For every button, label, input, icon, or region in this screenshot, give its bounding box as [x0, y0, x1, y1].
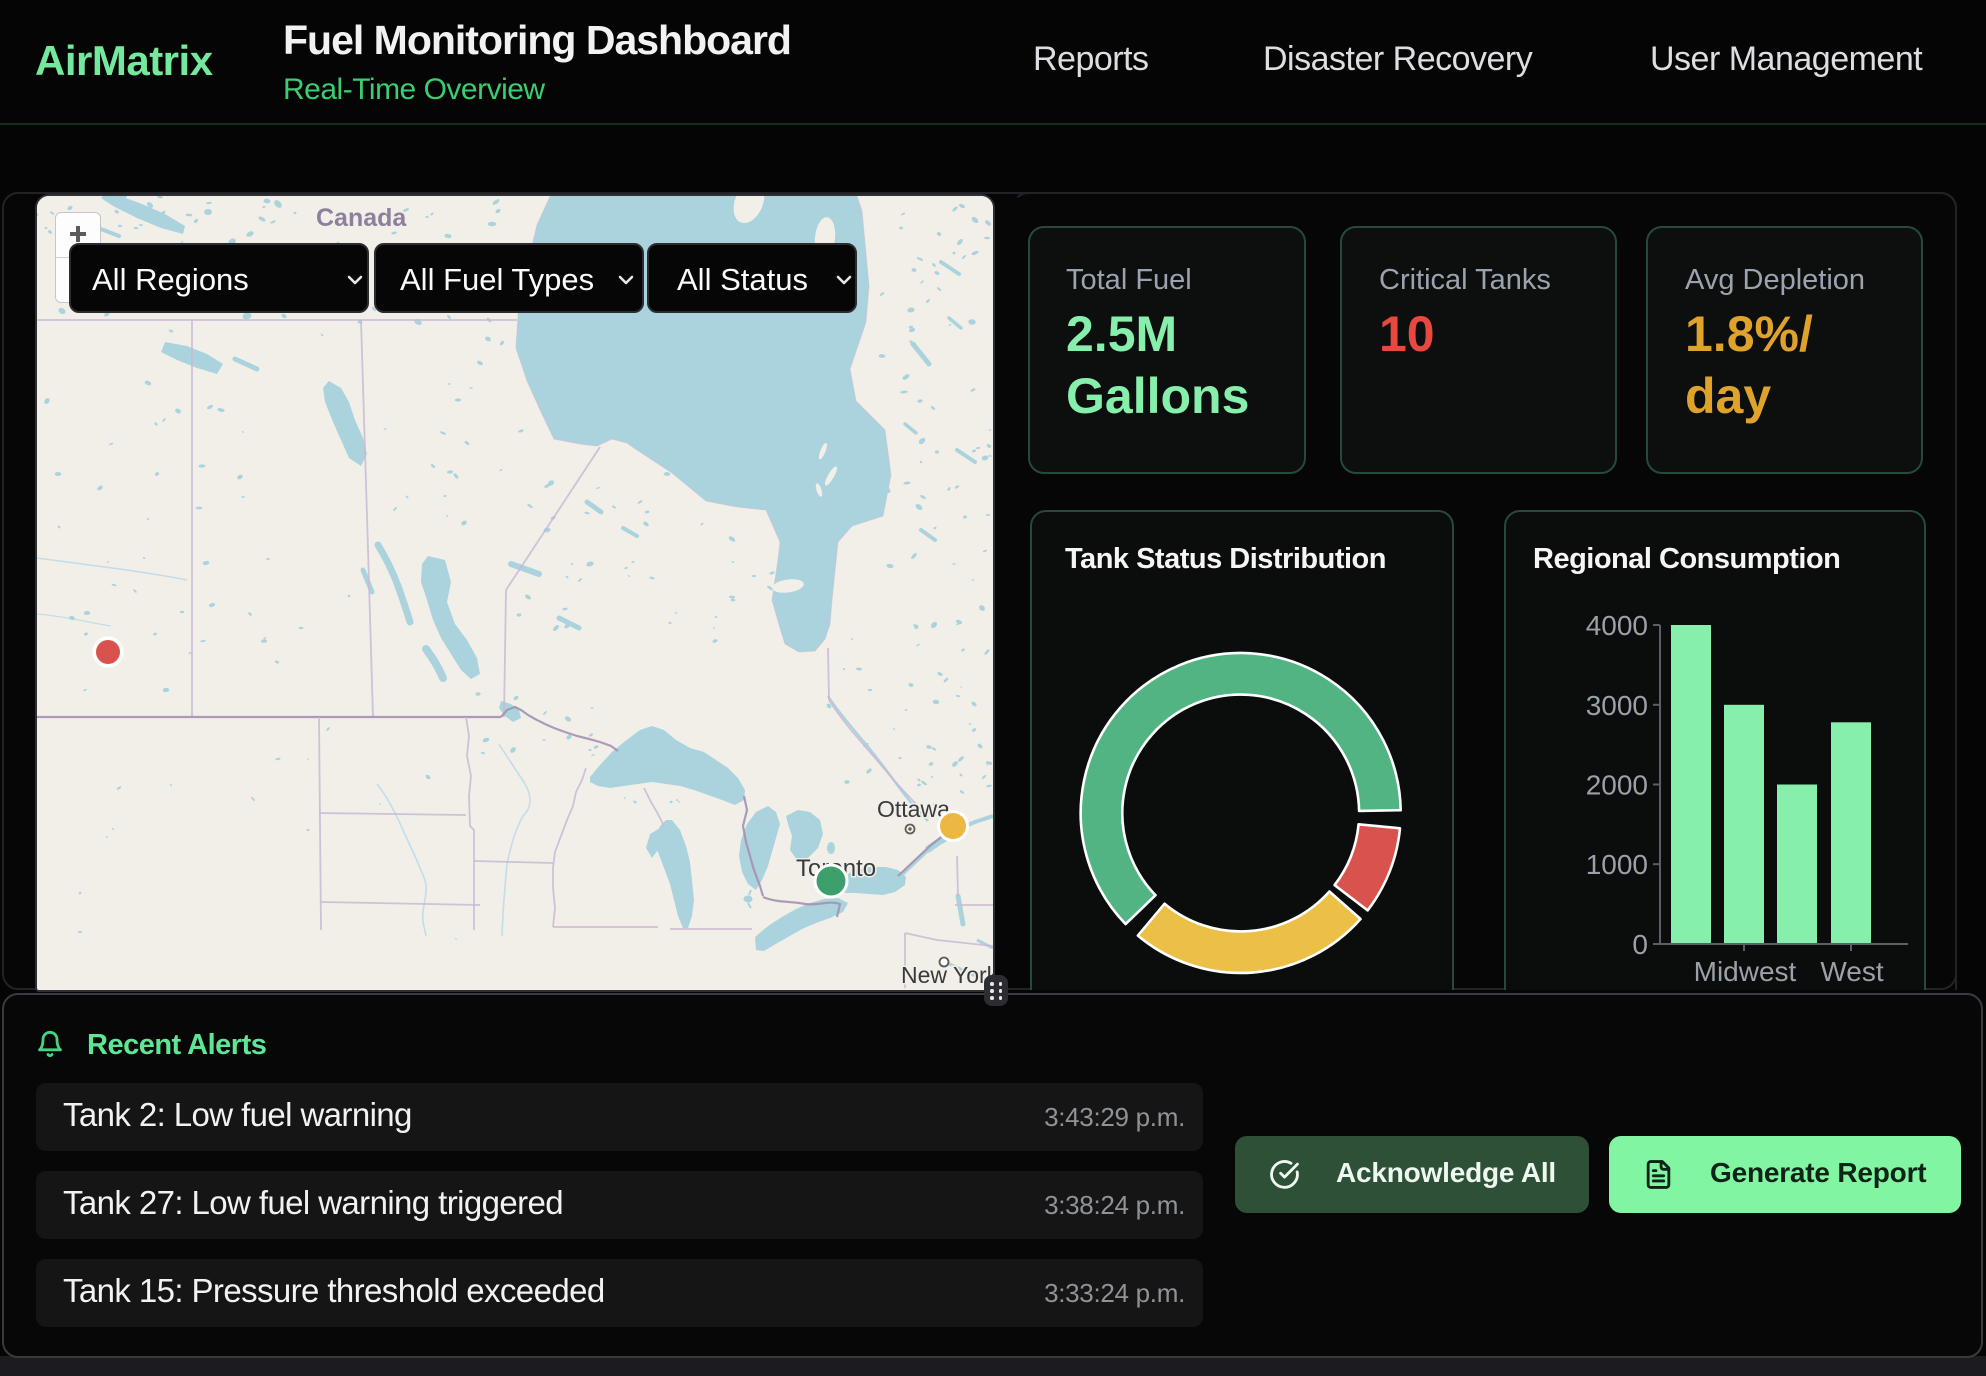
svg-text:3000: 3000 [1586, 690, 1648, 721]
svg-text:West: West [1820, 956, 1883, 987]
svg-text:1000: 1000 [1586, 849, 1648, 880]
svg-text:0: 0 [1632, 929, 1648, 960]
svg-text:Canada: Canada [316, 204, 407, 232]
svg-text:2000: 2000 [1586, 770, 1648, 801]
svg-text:New York: New York [901, 962, 993, 988]
svg-text:4000: 4000 [1586, 610, 1648, 641]
svg-text:Midwest: Midwest [1694, 956, 1797, 987]
